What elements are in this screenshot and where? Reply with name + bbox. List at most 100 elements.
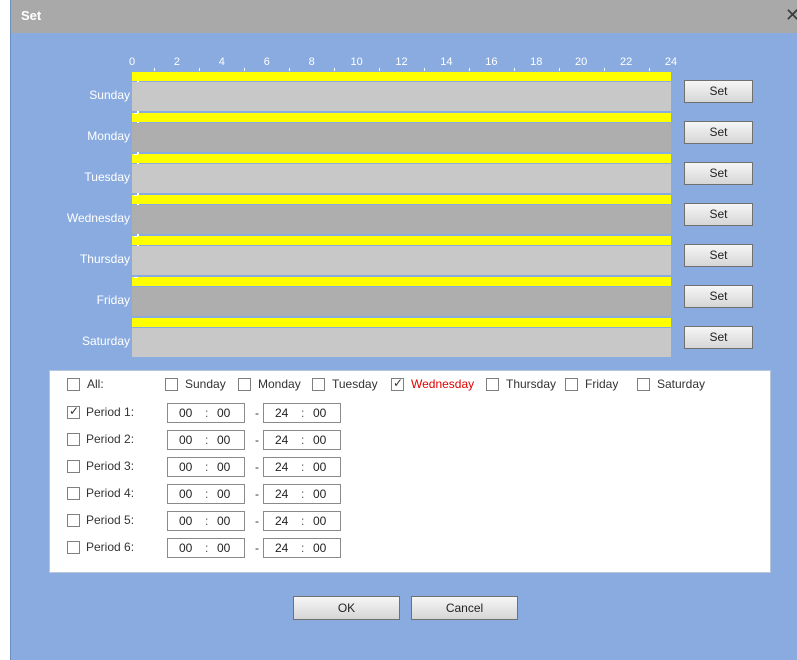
start-minute-field[interactable]: 00 <box>217 433 230 447</box>
start-hour-field[interactable]: 00 <box>179 487 192 501</box>
end-minute-field[interactable]: 00 <box>313 541 326 555</box>
day-track[interactable] <box>132 164 671 193</box>
ok-button[interactable]: OK <box>293 596 400 620</box>
start-minute-field[interactable]: 00 <box>217 460 230 474</box>
period-label: Period 3: <box>86 459 135 473</box>
period-checkbox[interactable] <box>67 433 80 446</box>
axis-tick <box>134 154 138 155</box>
start-hour-field[interactable]: 00 <box>179 541 192 555</box>
day-track[interactable] <box>132 246 671 275</box>
schedule-period-bar[interactable] <box>132 113 671 122</box>
period-start-time[interactable]: 00:00 <box>167 430 245 450</box>
hour-tick-label: 4 <box>218 56 225 68</box>
all-days-checkbox[interactable] <box>67 378 80 391</box>
period-checkbox[interactable] <box>67 487 80 500</box>
hour-tick-label: 24 <box>664 56 678 68</box>
start-minute-field[interactable]: 00 <box>217 487 230 501</box>
end-minute-field[interactable]: 00 <box>313 514 326 528</box>
period-checkbox[interactable] <box>67 541 80 554</box>
end-minute-field[interactable]: 00 <box>313 406 326 420</box>
hour-minor-tick <box>379 68 381 71</box>
start-hour-field[interactable]: 00 <box>179 514 192 528</box>
hour-minor-tick <box>603 68 605 71</box>
start-hour-field[interactable]: 00 <box>179 406 192 420</box>
hour-tick-label: 8 <box>308 56 315 68</box>
set-button[interactable]: Set <box>684 244 753 267</box>
set-button[interactable]: Set <box>684 326 753 349</box>
day-checkbox-saturday[interactable] <box>637 378 650 391</box>
end-minute-field[interactable]: 00 <box>313 433 326 447</box>
period-checkbox[interactable] <box>67 514 80 527</box>
title-bar: Set ✕ <box>11 0 797 33</box>
day-track[interactable] <box>132 287 671 316</box>
end-hour-field[interactable]: 24 <box>275 406 288 420</box>
day-track[interactable] <box>132 82 671 111</box>
day-checkbox-monday[interactable] <box>238 378 251 391</box>
period-checkbox[interactable] <box>67 460 80 473</box>
start-minute-field[interactable]: 00 <box>217 406 230 420</box>
period-end-time[interactable]: 24:00 <box>263 403 341 423</box>
day-track[interactable] <box>132 328 671 357</box>
day-checkbox-wednesday[interactable]: ✓ <box>391 376 404 391</box>
set-button[interactable]: Set <box>684 121 753 144</box>
schedule-period-bar[interactable] <box>132 154 671 163</box>
period-start-time[interactable]: 00:00 <box>167 511 245 531</box>
period-checkbox[interactable]: ✓ <box>67 404 80 419</box>
period-label: Period 2: <box>86 432 135 446</box>
end-hour-field[interactable]: 24 <box>275 514 288 528</box>
end-hour-field[interactable]: 24 <box>275 460 288 474</box>
close-icon[interactable]: ✕ <box>785 6 797 24</box>
hour-tick-label: 20 <box>575 56 588 68</box>
period-end-time[interactable]: 24:00 <box>263 511 341 531</box>
dialog-title: Set <box>21 8 42 23</box>
schedule-period-bar[interactable] <box>132 318 671 327</box>
day-track[interactable] <box>132 205 671 234</box>
period-end-time[interactable]: 24:00 <box>263 457 341 477</box>
set-button[interactable]: Set <box>684 80 753 103</box>
day-row: Friday Set <box>11 277 797 318</box>
set-button[interactable]: Set <box>684 285 753 308</box>
time-colon: : <box>205 406 209 420</box>
range-dash: - <box>255 433 259 447</box>
day-checkbox-thursday[interactable] <box>486 378 499 391</box>
schedule-period-bar[interactable] <box>132 277 671 286</box>
period-end-time[interactable]: 24:00 <box>263 430 341 450</box>
period-start-time[interactable]: 00:00 <box>167 484 245 504</box>
end-hour-field[interactable]: 24 <box>275 541 288 555</box>
day-checkbox-tuesday[interactable] <box>312 378 325 391</box>
period-end-time[interactable]: 24:00 <box>263 484 341 504</box>
end-minute-field[interactable]: 00 <box>313 460 326 474</box>
hour-minor-tick <box>558 68 560 71</box>
set-button[interactable]: Set <box>684 203 753 226</box>
axis-tick <box>134 113 138 114</box>
checkmark-icon: ✓ <box>393 376 404 390</box>
hour-minor-tick <box>289 68 291 71</box>
hour-tick-label: 16 <box>485 56 498 68</box>
schedule-dialog: Set ✕ 0 2 4 6 8 10 12 14 16 18 20 22 24 Sunday Set Mond… <box>10 0 797 660</box>
day-checkbox-friday[interactable] <box>565 378 578 391</box>
time-colon: : <box>301 514 305 528</box>
day-checkbox-label: Saturday <box>657 377 706 391</box>
day-checkbox-label: Thursday <box>506 377 557 391</box>
end-hour-field[interactable]: 24 <box>275 433 288 447</box>
period-start-time[interactable]: 00:00 <box>167 403 245 423</box>
day-track[interactable] <box>132 123 671 152</box>
period-start-time[interactable]: 00:00 <box>167 457 245 477</box>
start-hour-field[interactable]: 00 <box>179 433 192 447</box>
schedule-period-bar[interactable] <box>132 236 671 245</box>
hour-tick-label: 0 <box>128 56 136 68</box>
end-minute-field[interactable]: 00 <box>313 487 326 501</box>
schedule-period-bar[interactable] <box>132 195 671 204</box>
start-minute-field[interactable]: 00 <box>217 541 230 555</box>
period-end-time[interactable]: 24:00 <box>263 538 341 558</box>
period-start-time[interactable]: 00:00 <box>167 538 245 558</box>
schedule-period-bar[interactable] <box>132 72 671 81</box>
start-hour-field[interactable]: 00 <box>179 460 192 474</box>
cancel-button[interactable]: Cancel <box>411 596 518 620</box>
start-minute-field[interactable]: 00 <box>217 514 230 528</box>
day-checkbox-sunday[interactable] <box>165 378 178 391</box>
set-button[interactable]: Set <box>684 162 753 185</box>
end-hour-field[interactable]: 24 <box>275 487 288 501</box>
day-label: Saturday <box>81 334 130 348</box>
day-label: Sunday <box>89 88 130 102</box>
